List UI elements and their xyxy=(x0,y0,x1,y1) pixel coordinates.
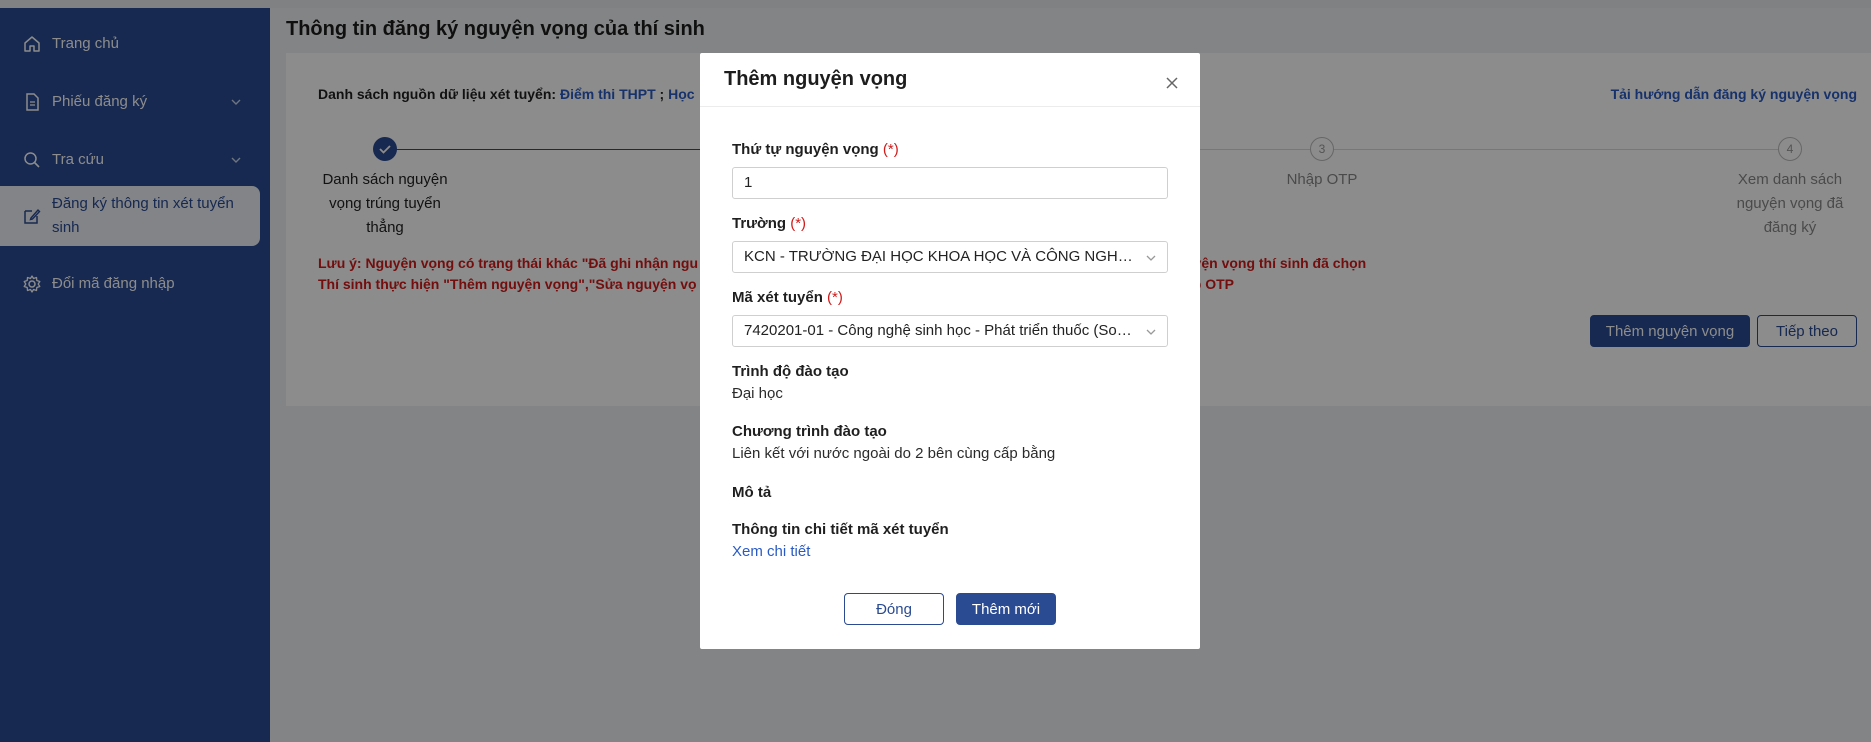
code-detail-label: Thông tin chi tiết mã xét tuyển xyxy=(732,521,949,538)
required-mark: (*) xyxy=(882,141,899,158)
order-input[interactable]: 1 xyxy=(732,167,1168,199)
close-button[interactable]: Đóng xyxy=(844,593,944,625)
modal-title: Thêm nguyện vọng xyxy=(724,68,908,90)
school-select[interactable]: KCN - TRƯỜNG ĐẠI HỌC KHOA HỌC VÀ CÔNG NG… xyxy=(732,241,1168,273)
code-label-text: Mã xét tuyển xyxy=(732,289,823,306)
modal-header: Thêm nguyện vọng xyxy=(700,53,1200,107)
required-mark: (*) xyxy=(790,215,807,232)
add-wish-modal: Thêm nguyện vọng Thứ tự nguyện vọng (*) … xyxy=(700,53,1200,649)
view-detail-link[interactable]: Xem chi tiết xyxy=(732,543,810,560)
school-label-text: Trường xyxy=(732,215,787,232)
chevron-down-icon xyxy=(1146,329,1156,335)
chevron-down-icon xyxy=(1146,255,1156,261)
training-level-label: Trình độ đào tạo xyxy=(732,363,849,380)
order-label: Thứ tự nguyện vọng (*) xyxy=(732,141,899,158)
add-new-button[interactable]: Thêm mới xyxy=(956,593,1056,625)
school-select-value: KCN - TRƯỜNG ĐẠI HỌC KHOA HỌC VÀ CÔNG NG… xyxy=(744,248,1168,265)
code-label: Mã xét tuyển (*) xyxy=(732,289,843,306)
close-icon[interactable] xyxy=(1164,75,1180,91)
training-level-value: Đại học xyxy=(732,385,783,402)
admission-code-select[interactable]: 7420201-01 - Công nghệ sinh học - Phát t… xyxy=(732,315,1168,347)
required-mark: (*) xyxy=(827,289,843,306)
description-label: Mô tả xyxy=(732,484,772,501)
order-label-text: Thứ tự nguyện vọng xyxy=(732,141,879,158)
training-program-value: Liên kết với nước ngoài do 2 bên cùng cấ… xyxy=(732,445,1056,462)
school-label: Trường (*) xyxy=(732,215,806,232)
training-program-label: Chương trình đào tạo xyxy=(732,423,887,440)
admission-code-select-value: 7420201-01 - Công nghệ sinh học - Phát t… xyxy=(744,322,1168,339)
